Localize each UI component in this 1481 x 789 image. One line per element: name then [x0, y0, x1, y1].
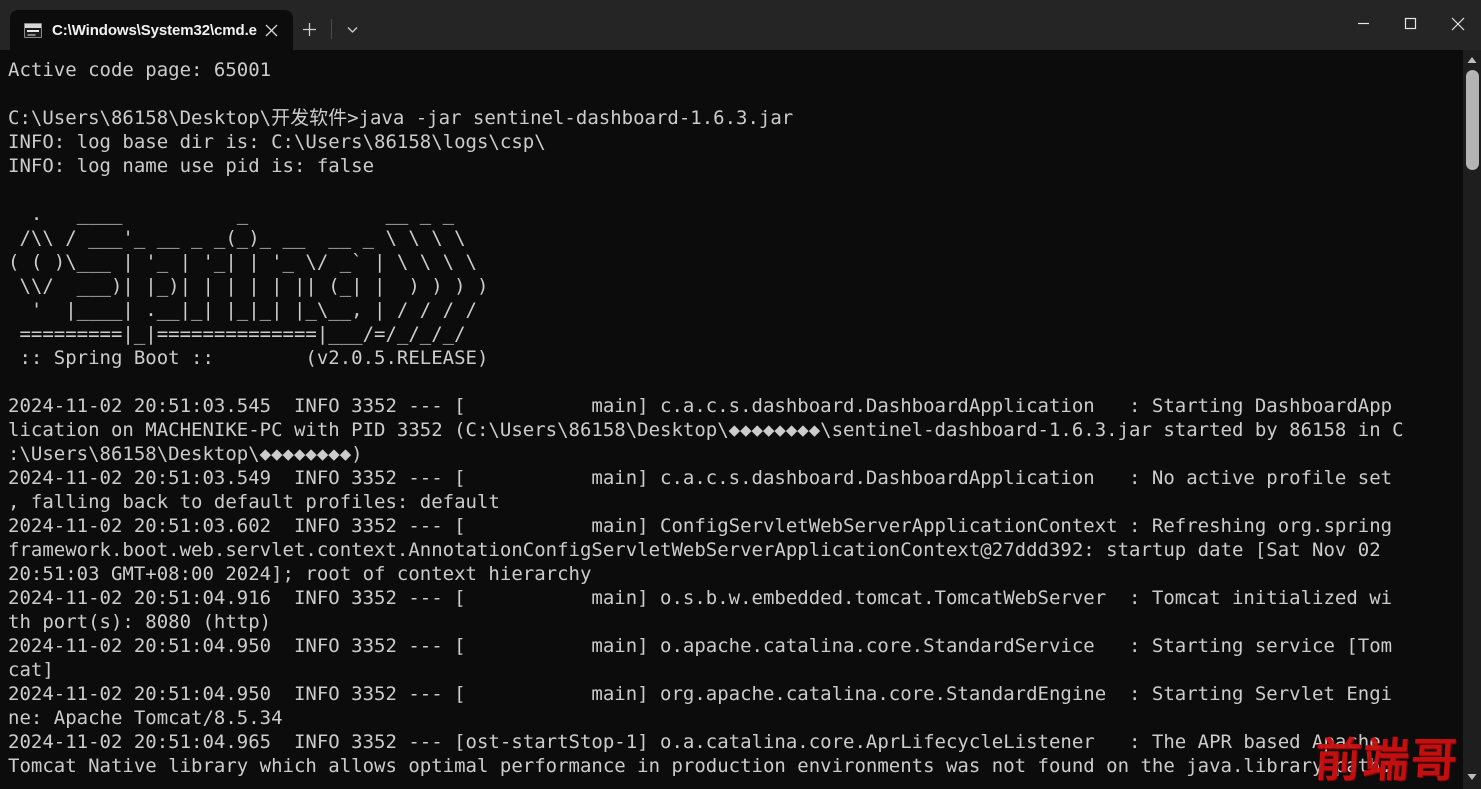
terminal-line: :: Spring Boot :: (v2.0.5.RELEASE): [8, 347, 489, 369]
minimize-button[interactable]: [1340, 0, 1387, 47]
terminal-viewport[interactable]: Active code page: 65001 C:\Users\86158\De…: [0, 50, 1481, 789]
terminal-line: lication on MACHENIKE-PC with PID 3352 (…: [8, 419, 1404, 441]
terminal-line: framework.boot.web.servlet.context.Annot…: [8, 539, 1381, 561]
terminal-line: th port(s): 8080 (http): [8, 611, 272, 633]
terminal-line: INFO: log name use pid is: false: [8, 155, 375, 177]
terminal-line: \\/ ___)| |_)| | | | | || (_| | ) ) ) ): [8, 275, 489, 297]
maximize-button[interactable]: [1387, 0, 1434, 47]
terminal-line: ' |____| .__|_| |_|_| |_\__, | / / / /: [8, 299, 477, 321]
terminal-line: 2024-11-02 20:51:03.545 INFO 3352 --- [ …: [8, 395, 1393, 417]
scroll-up-icon[interactable]: [1463, 52, 1481, 68]
terminal-line: 2024-11-02 20:51:03.549 INFO 3352 --- [ …: [8, 467, 1393, 489]
tab-strip: C:\Windows\System32\cmd.e: [0, 0, 370, 50]
terminal-line: C:\Users\86158\Desktop\开发软件>java -jar se…: [8, 107, 794, 129]
terminal-line: ne: Apache Tomcat/8.5.34: [8, 707, 283, 729]
titlebar-drag-region[interactable]: [370, 0, 1340, 50]
terminal-line: Active code page: 65001: [8, 59, 272, 81]
terminal-line: 2024-11-02 20:51:03.602 INFO 3352 --- [ …: [8, 515, 1393, 537]
terminal-line: cat]: [8, 659, 54, 681]
tab-strip-divider: [330, 19, 332, 39]
terminal-line: . ____ _ __ _ _: [8, 203, 455, 225]
close-window-button[interactable]: [1434, 0, 1481, 47]
terminal-line: /\\ / ___'_ __ _ _(_)_ __ __ _ \ \ \ \: [8, 227, 466, 249]
terminal-line: 2024-11-02 20:51:04.950 INFO 3352 --- [ …: [8, 635, 1393, 657]
tab-cmd[interactable]: C:\Windows\System32\cmd.e: [10, 10, 293, 50]
terminal-line: 2024-11-02 20:51:04.965 INFO 3352 --- [o…: [8, 731, 1381, 753]
terminal-line: INFO: log base dir is: C:\Users\86158\lo…: [8, 131, 546, 153]
terminal-output: Active code page: 65001 C:\Users\86158\De…: [8, 50, 1456, 778]
scrollbar-thumb[interactable]: [1466, 70, 1479, 170]
terminal-line: Tomcat Native library which allows optim…: [8, 755, 1393, 777]
terminal-line: , falling back to default profiles: defa…: [8, 491, 500, 513]
chevron-down-icon[interactable]: [336, 11, 370, 47]
title-bar: C:\Windows\System32\cmd.e: [0, 0, 1481, 50]
terminal-line: :\Users\86158\Desktop\◆◆◆◆◆◆◆◆): [8, 443, 363, 465]
cmd-console-icon: [24, 22, 42, 38]
terminal-line: 2024-11-02 20:51:04.950 INFO 3352 --- [ …: [8, 683, 1393, 705]
terminal-scrollbar[interactable]: [1463, 50, 1481, 789]
close-tab-icon[interactable]: [257, 15, 287, 45]
scroll-down-icon[interactable]: [1463, 769, 1481, 785]
new-tab-button[interactable]: [293, 11, 327, 47]
terminal-line: 20:51:03 GMT+08:00 2024]; root of contex…: [8, 563, 592, 585]
window-controls: [1340, 0, 1481, 50]
terminal-window: C:\Windows\System32\cmd.e Active code pa…: [0, 0, 1481, 789]
terminal-line: ( ( )\___ | '_ | '_| | '_ \/ _` | \ \ \ …: [8, 251, 477, 273]
terminal-line: =========|_|==============|___/=/_/_/_/: [8, 323, 466, 345]
terminal-line: 2024-11-02 20:51:04.916 INFO 3352 --- [ …: [8, 587, 1393, 609]
tab-title: C:\Windows\System32\cmd.e: [52, 21, 257, 39]
